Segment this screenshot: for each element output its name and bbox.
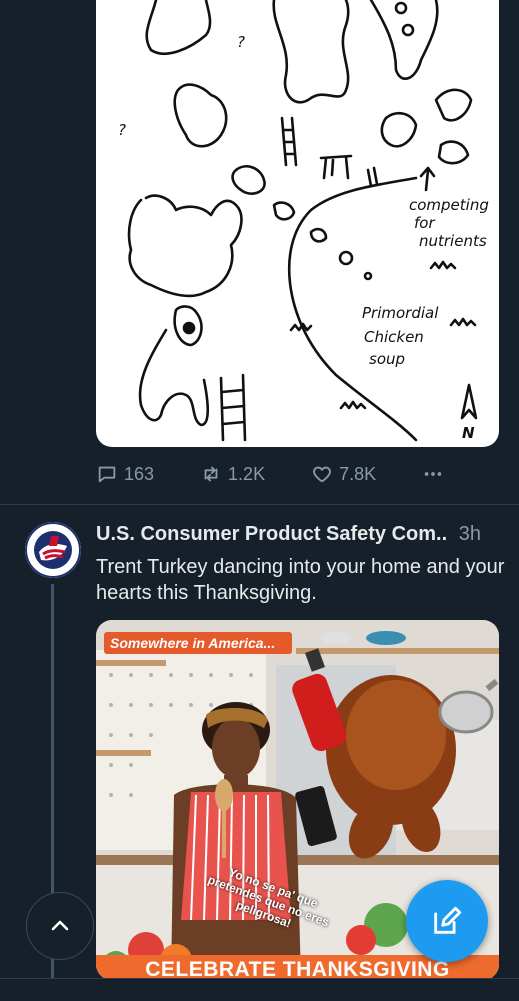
compose-icon: [434, 906, 462, 934]
post1-action-bar: 163 1.2K 7.8K: [96, 460, 496, 488]
chevron-up-icon: [51, 920, 69, 931]
post-divider: [0, 504, 519, 505]
reply-count: 163: [124, 463, 155, 484]
drawing-illustration: ? ? competing for nutrients Primordial C…: [118, 0, 489, 442]
drawing-question-2: ?: [118, 121, 126, 139]
like-count: 7.8K: [339, 463, 377, 484]
repost-count: 1.2K: [228, 463, 266, 484]
drawing-label-primordial: Primordial: [362, 304, 439, 322]
repost-icon: [204, 466, 218, 482]
post2-header: U.S. Consumer Product Safety Com.. 3h: [96, 523, 506, 546]
drawing-label-north: N: [462, 424, 475, 442]
bottom-navigation-bar: [0, 978, 519, 1001]
scroll-to-top-button[interactable]: [26, 892, 94, 960]
repost-button[interactable]: 1.2K: [200, 463, 265, 485]
reply-button[interactable]: 163: [96, 463, 154, 485]
post-text: Trent Turkey dancing into your home and …: [96, 556, 505, 604]
drawing-question-1: ?: [237, 33, 245, 51]
photo-banner-text: Somewhere in America...: [110, 635, 276, 651]
drawing-label-soup: soup: [369, 350, 405, 368]
post-media-drawing[interactable]: ? ? competing for nutrients Primordial C…: [96, 0, 499, 447]
heart-icon: [313, 466, 331, 483]
compose-button[interactable]: [406, 880, 488, 962]
drawing-label-nutrients: nutrients: [419, 232, 487, 250]
like-button[interactable]: 7.8K: [311, 463, 376, 485]
author-name[interactable]: U.S. Consumer Product Safety Com..: [96, 523, 447, 545]
drawing-label-competing: competing: [409, 196, 489, 214]
post-time[interactable]: 3h: [459, 523, 481, 545]
drawing-label-for: for: [414, 214, 435, 232]
drawing-label-chicken: Chicken: [364, 328, 424, 346]
more-icon: [424, 472, 442, 476]
cpsc-logo-icon: [25, 522, 81, 578]
more-button[interactable]: [422, 463, 444, 485]
reply-icon: [98, 466, 116, 483]
avatar[interactable]: [25, 522, 81, 578]
